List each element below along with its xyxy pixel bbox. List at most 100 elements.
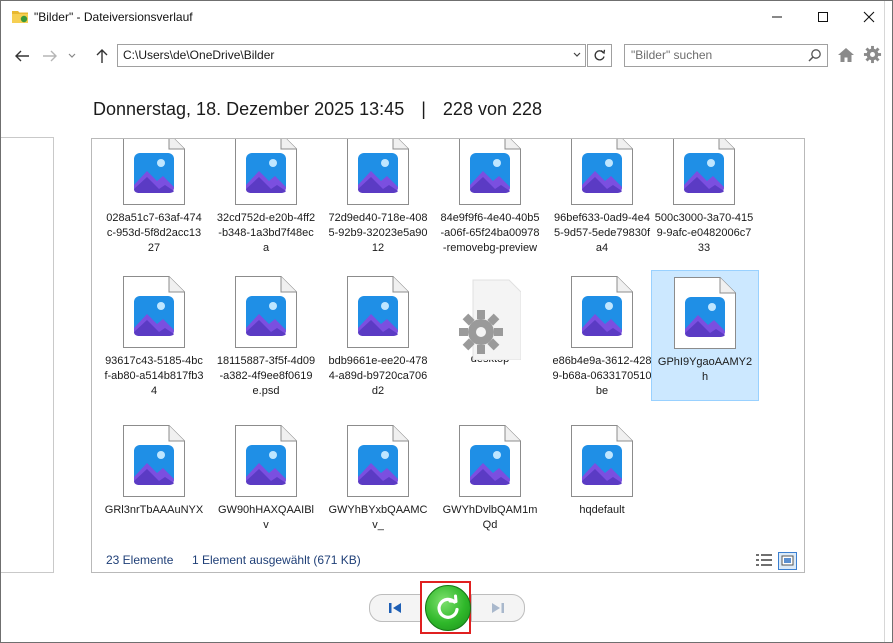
image-file-icon xyxy=(347,139,409,205)
file-name: bdb9661e-ee20-4784-a89d-b9720ca706d2 xyxy=(328,355,428,397)
file-name: GWYhBYxbQAAMCv_ xyxy=(328,504,428,531)
restore-button[interactable] xyxy=(425,585,471,631)
arrow-left-icon xyxy=(15,50,29,62)
chevron-down-icon xyxy=(573,52,580,57)
home-button[interactable] xyxy=(837,46,855,64)
file-name: hqdefault xyxy=(579,504,625,516)
next-version-icon xyxy=(492,603,504,613)
settings-button[interactable] xyxy=(863,45,882,64)
image-file-icon xyxy=(347,425,409,497)
previous-version-panel[interactable] xyxy=(1,137,54,573)
arrow-right-icon xyxy=(43,50,57,62)
file-name: GPhI9YgaoAAMY2h xyxy=(657,356,753,383)
file-item[interactable]: 028a51c7-63af-474c-953d-5f8d2acc1327 xyxy=(101,139,207,256)
address-path: C:\Users\de\OneDrive\Bilder xyxy=(123,48,275,62)
image-file-icon xyxy=(123,276,185,348)
file-item[interactable]: e86b4e9a-3612-4289-b68a-0633170510be xyxy=(549,270,655,399)
search-box[interactable]: "Bilder" suchen xyxy=(624,44,828,67)
back-button[interactable] xyxy=(11,45,33,67)
previous-version-button[interactable] xyxy=(369,594,421,622)
refresh-icon xyxy=(594,49,606,61)
home-icon xyxy=(838,48,854,62)
file-name: GW90hHAXQAAIBlv xyxy=(218,504,314,531)
image-file-icon xyxy=(235,425,297,497)
image-file-icon xyxy=(347,276,409,348)
image-file-icon xyxy=(673,139,735,205)
large-icons-view-icon xyxy=(781,555,794,566)
file-item[interactable]: 93617c43-5185-4bcf-ab80-a514b817fb34 xyxy=(101,270,207,399)
window-title: "Bilder" - Dateiversionsverlauf xyxy=(34,10,193,24)
minimize-button[interactable] xyxy=(754,1,800,33)
file-name: GWYhDvlbQAM1mQd xyxy=(442,504,538,531)
image-file-icon xyxy=(674,277,736,349)
gear-icon xyxy=(863,45,882,64)
file-item[interactable]: hqdefault xyxy=(549,425,655,518)
up-button[interactable] xyxy=(91,45,113,67)
file-item[interactable]: bdb9661e-ee20-4784-a89d-b9720ca706d2 xyxy=(325,270,431,399)
heading-separator: | xyxy=(421,99,426,119)
address-dropdown-button[interactable] xyxy=(569,44,584,65)
image-file-icon xyxy=(571,139,633,205)
selection-info: 1 Element ausgewählt (671 KB) xyxy=(192,553,361,567)
file-name: e86b4e9a-3612-4289-b68a-0633170510be xyxy=(552,355,652,397)
file-item[interactable]: 72d9ed40-718e-4085-92b9-32023e5a9012 xyxy=(325,139,431,256)
version-counter: 228 von 228 xyxy=(442,99,543,119)
file-name: 028a51c7-63af-474c-953d-5f8d2acc1327 xyxy=(106,212,202,254)
search-input[interactable]: "Bilder" suchen xyxy=(631,48,712,62)
item-count: 23 Elemente xyxy=(106,553,174,567)
file-item[interactable]: GPhI9YgaoAAMY2h xyxy=(651,270,759,401)
file-item[interactable]: GRl3nrTbAAAuNYX xyxy=(101,425,207,518)
maximize-icon xyxy=(818,12,828,22)
version-heading: Donnerstag, 18. Dezember 2025 13:45 | 22… xyxy=(93,99,542,120)
minimize-icon xyxy=(772,16,782,18)
maximize-button[interactable] xyxy=(800,1,846,33)
image-file-icon xyxy=(123,139,185,205)
file-name: 18115887-3f5f-4d09-a382-4f9ee8f0619e.psd xyxy=(216,355,316,397)
file-item[interactable]: GW90hHAXQAAIBlv xyxy=(213,425,319,533)
image-file-icon xyxy=(571,425,633,497)
close-button[interactable] xyxy=(846,1,892,33)
file-name: 96bef633-0ad9-4e45-9d57-5ede79830fa4 xyxy=(553,212,651,254)
file-item[interactable]: GWYhDvlbQAM1mQd xyxy=(437,425,543,533)
next-version-panel-edge xyxy=(884,1,885,642)
search-icon[interactable] xyxy=(808,48,822,62)
image-file-icon xyxy=(123,425,185,497)
previous-version-icon xyxy=(389,603,401,613)
settings-file-icon xyxy=(459,276,522,361)
details-view-button[interactable] xyxy=(756,553,772,567)
image-file-icon xyxy=(235,139,297,205)
restore-icon xyxy=(437,594,459,619)
address-bar[interactable]: C:\Users\de\OneDrive\Bilder xyxy=(117,44,586,67)
file-item[interactable]: 96bef633-0ad9-4e45-9d57-5ede79830fa4 xyxy=(549,139,655,256)
file-history-window: "Bilder" - Dateiversionsverlauf C:\Users… xyxy=(0,0,893,643)
arrow-up-icon xyxy=(96,49,108,63)
chevron-down-icon xyxy=(68,53,76,58)
large-icons-view-button[interactable] xyxy=(778,552,797,570)
image-file-icon xyxy=(459,425,521,497)
file-name: 500c3000-3a70-4159-9afc-e0482006c733 xyxy=(654,212,754,254)
image-file-icon xyxy=(571,276,633,348)
file-name: 32cd752d-e20b-4ff2-b348-1a3bd7f48eca xyxy=(216,212,316,254)
file-item[interactable]: 84e9f9f6-4e40-40b5-a06f-65f24ba00978-rem… xyxy=(437,139,543,256)
file-item[interactable]: 500c3000-3a70-4159-9afc-e0482006c733 xyxy=(651,139,757,256)
file-name: 93617c43-5185-4bcf-ab80-a514b817fb34 xyxy=(104,355,204,397)
status-bar: 23 Elemente 1 Element ausgewählt (671 KB… xyxy=(92,549,804,571)
refresh-button[interactable] xyxy=(587,44,612,67)
image-file-icon xyxy=(235,276,297,348)
version-date: Donnerstag, 18. Dezember 2025 13:45 xyxy=(93,99,405,119)
file-name: 84e9f9f6-4e40-40b5-a06f-65f24ba00978-rem… xyxy=(440,212,540,254)
file-item[interactable]: 32cd752d-e20b-4ff2-b348-1a3bd7f48eca xyxy=(213,139,319,256)
file-name: GRl3nrTbAAAuNYX xyxy=(104,504,204,516)
close-icon xyxy=(863,11,875,23)
image-file-icon xyxy=(459,139,521,205)
recent-locations-button[interactable] xyxy=(64,45,80,67)
file-view[interactable]: 028a51c7-63af-474c-953d-5f8d2acc1327 32cd… xyxy=(91,138,805,573)
forward-button[interactable] xyxy=(39,45,61,67)
file-name: 72d9ed40-718e-4085-92b9-32023e5a9012 xyxy=(328,212,428,254)
next-version-button[interactable] xyxy=(471,594,525,622)
details-view-icon xyxy=(756,554,772,566)
file-item[interactable]: desktop xyxy=(437,270,543,367)
file-item[interactable]: 18115887-3f5f-4d09-a382-4f9ee8f0619e.psd xyxy=(213,270,319,399)
title-bar[interactable]: "Bilder" - Dateiversionsverlauf xyxy=(1,1,892,33)
file-item[interactable]: GWYhBYxbQAAMCv_ xyxy=(325,425,431,533)
